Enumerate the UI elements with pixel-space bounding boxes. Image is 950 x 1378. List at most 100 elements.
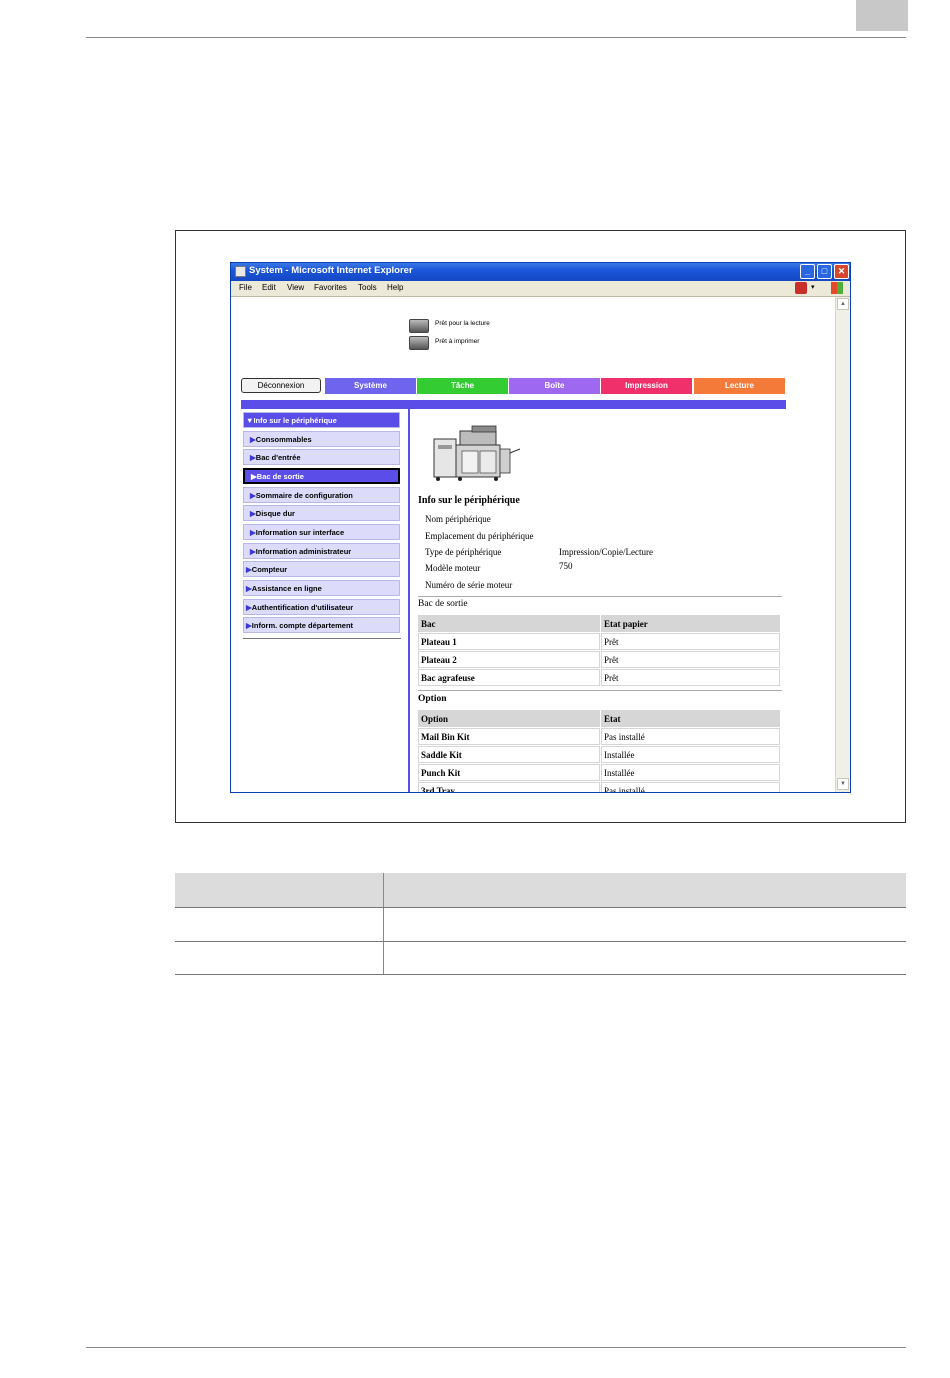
sidebar-item-hard-disk[interactable]: ▶Disque dur xyxy=(243,505,400,521)
column-header: Bac xyxy=(418,615,600,632)
table-row: Saddle Kit Installée xyxy=(418,746,780,763)
row-rule xyxy=(175,974,906,975)
ie-page-icon xyxy=(235,266,246,277)
table-cell: Prêt xyxy=(601,633,780,650)
sidebar-item-label: Bac de sortie xyxy=(256,472,304,481)
menu-file[interactable]: File xyxy=(239,283,252,292)
header-rule xyxy=(86,37,906,38)
table-cell: Mail Bin Kit xyxy=(418,728,600,745)
table-row: Bac agrafeuse Prêt xyxy=(418,669,780,686)
sidebar-item-config-summary[interactable]: ▶Sommaire de configuration xyxy=(243,487,400,503)
table-header-row: Bac Etat papier xyxy=(418,615,780,632)
logout-button[interactable]: Déconnexion xyxy=(241,378,321,393)
tab-lecture[interactable]: Lecture xyxy=(694,378,785,394)
table-row: Punch Kit Installée xyxy=(418,764,780,781)
close-button[interactable]: ✕ xyxy=(834,264,849,279)
column-header: Etat xyxy=(601,710,780,727)
column-header: Etat papier xyxy=(601,615,780,632)
scroll-down-arrow-icon[interactable]: ▼ xyxy=(837,778,849,790)
table-cell: Pas installé xyxy=(601,728,780,745)
pdf-icon[interactable] xyxy=(795,282,807,294)
tab-impression[interactable]: Impression xyxy=(601,378,692,394)
menu-edit[interactable]: Edit xyxy=(262,283,276,292)
field-label: Nom périphérique xyxy=(425,514,491,524)
scanner-icon xyxy=(409,319,429,333)
sidebar-item-label: Inform. compte département xyxy=(251,621,354,630)
option-title: Option xyxy=(418,694,447,704)
field-value: Impression/Copie/Lecture xyxy=(559,547,653,557)
table-cell: 3rd Tray xyxy=(418,782,600,792)
field-label: Emplacement du périphérique xyxy=(425,531,534,541)
table-cell: Saddle Kit xyxy=(418,746,600,763)
footer-rule xyxy=(86,1347,906,1348)
sidebar-item-department-account[interactable]: ▶Inform. compte département xyxy=(243,617,400,633)
sidebar-item-label: Information sur interface xyxy=(255,528,345,537)
sidebar-item-consumables[interactable]: ▶Consommables xyxy=(243,431,400,447)
menu-favorites[interactable]: Favorites xyxy=(314,283,347,292)
minimize-button[interactable]: _ xyxy=(800,264,815,279)
sidebar-item-counter[interactable]: ▶Compteur xyxy=(243,561,400,577)
title-bar: System - Microsoft Internet Explorer _ □… xyxy=(231,263,850,281)
output-tray-table: Bac Etat papier Plateau 1 Prêt Plateau 2… xyxy=(417,614,781,687)
sidebar-item-label: Sommaire de configuration xyxy=(255,491,353,500)
column-divider xyxy=(383,873,384,975)
vertical-scrollbar[interactable]: ▲ ▼ xyxy=(835,297,850,792)
row-rule xyxy=(175,907,906,908)
sidebar-item-label: Consommables xyxy=(255,435,312,444)
field-value: 750 xyxy=(559,561,573,571)
sidebar-item-admin-info[interactable]: ▶Information administrateur xyxy=(243,543,400,559)
page-viewport: Prêt pour la lecture Prêt à imprimer Déc… xyxy=(231,297,835,792)
table-cell: Installée xyxy=(601,764,780,781)
scroll-up-arrow-icon[interactable]: ▲ xyxy=(837,298,849,310)
windows-logo-icon xyxy=(831,282,843,294)
field-label: Type de périphérique xyxy=(425,547,502,557)
table-row: 3rd Tray Pas installé xyxy=(418,782,780,792)
scan-status: Prêt pour la lecture xyxy=(435,320,490,327)
sidebar-item-label: Authentification d'utilisateur xyxy=(251,603,354,612)
tab-systeme[interactable]: Système xyxy=(325,378,416,394)
dropdown-arrow-icon[interactable]: ▾ xyxy=(811,283,815,291)
sidebar-item-online-help[interactable]: ▶Assistance en ligne xyxy=(243,580,400,596)
sidebar-item-interface-info[interactable]: ▶Information sur interface xyxy=(243,524,400,540)
table-header-row: Option Etat xyxy=(418,710,780,727)
menu-tools[interactable]: Tools xyxy=(358,283,377,292)
field-label: Numéro de série moteur xyxy=(425,580,513,590)
menu-help[interactable]: Help xyxy=(387,283,403,292)
table-cell: Bac agrafeuse xyxy=(418,669,600,686)
table-row: Mail Bin Kit Pas installé xyxy=(418,728,780,745)
sidebar-item-label: Bac d'entrée xyxy=(255,453,301,462)
sidebar-item-device-info[interactable]: ▼Info sur le périphérique xyxy=(243,412,400,428)
field-label: Modèle moteur xyxy=(425,563,481,573)
table-row: Plateau 1 Prêt xyxy=(418,633,780,650)
sidebar-item-user-auth[interactable]: ▶Authentification d'utilisateur xyxy=(243,599,400,615)
row-rule xyxy=(175,941,906,942)
maximize-button[interactable]: □ xyxy=(817,264,832,279)
tab-tache[interactable]: Tâche xyxy=(417,378,508,394)
printer-icon xyxy=(409,336,429,350)
sidebar-item-label: Information administrateur xyxy=(255,547,352,556)
table-cell: Punch Kit xyxy=(418,764,600,781)
device-section-title: Info sur le périphérique xyxy=(418,495,520,506)
table-header-row xyxy=(175,873,906,907)
content-divider xyxy=(408,408,410,792)
menu-bar: File Edit View Favorites Tools Help ▾ xyxy=(231,281,850,297)
browser-window: System - Microsoft Internet Explorer _ □… xyxy=(230,262,851,793)
output-tray-title: Bac de sortie xyxy=(418,599,468,609)
copier-device-image xyxy=(433,425,521,481)
menu-view[interactable]: View xyxy=(287,283,304,292)
print-status: Prêt à imprimer xyxy=(435,338,480,345)
section-rule xyxy=(418,690,782,691)
tab-boite[interactable]: Boîte xyxy=(509,378,600,394)
sidebar-item-label: Compteur xyxy=(251,565,288,574)
sidebar-item-label: Info sur le périphérique xyxy=(253,416,337,425)
sidebar-item-label: Assistance en ligne xyxy=(251,584,322,593)
sidebar-item-output-tray[interactable]: ▶Bac de sortie xyxy=(243,468,400,484)
sidebar-item-label: Disque dur xyxy=(255,509,295,518)
sidebar-divider xyxy=(243,638,401,639)
table-cell: Pas installé xyxy=(601,782,780,792)
table-cell: Plateau 2 xyxy=(418,651,600,668)
sidebar-item-input-tray[interactable]: ▶Bac d'entrée xyxy=(243,449,400,465)
nav-accent-bar xyxy=(241,400,786,409)
option-table: Option Etat Mail Bin Kit Pas installé Sa… xyxy=(417,709,781,792)
page-number-tab xyxy=(856,0,908,31)
